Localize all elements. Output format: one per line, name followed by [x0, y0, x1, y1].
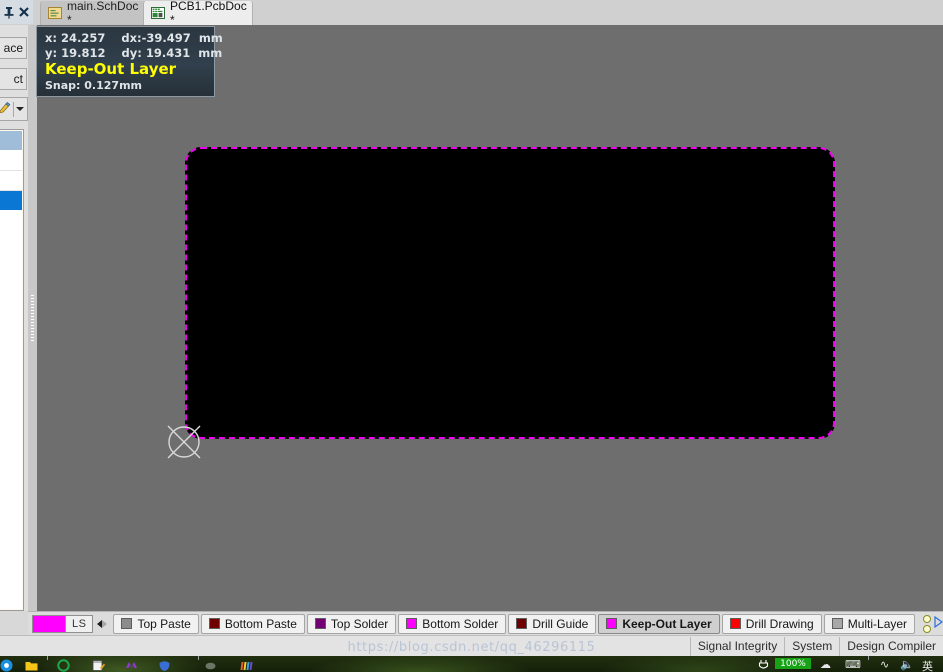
speaker-icon[interactable]: 🔈: [900, 658, 914, 671]
taskbar-divider: [47, 656, 48, 660]
app-gray-icon[interactable]: [204, 659, 217, 672]
app-stripes-icon[interactable]: [240, 659, 253, 672]
layer-color-swatch: [208, 618, 220, 629]
status-design-compiler[interactable]: Design Compiler: [839, 637, 943, 656]
status-bar: Signal Integrity System Design Compiler: [0, 635, 943, 657]
panel-controls: [0, 0, 33, 24]
notepad-icon[interactable]: [92, 659, 105, 672]
brush-tool-button[interactable]: [0, 97, 28, 121]
layer-tab-top-paste[interactable]: Top Paste: [113, 613, 199, 634]
layer-tab-label: Top Paste: [137, 616, 191, 631]
layer-tab-label: Keep-Out Layer: [622, 616, 712, 631]
chrome-icon[interactable]: [0, 659, 13, 672]
layer-tab-bar: LS Top Paste Bottom Paste Top Solder Bot…: [28, 611, 943, 635]
windows-taskbar: 100% ☁ ⌨ ∿ 🔈 英: [0, 656, 943, 672]
pcb-canvas[interactable]: [28, 25, 943, 611]
panel-splitter[interactable]: [28, 25, 37, 611]
layerbar-right-group: Snap: [917, 612, 943, 636]
hud-y-row: y: 19.812 dy: 19.431 mm: [45, 46, 223, 60]
layer-color-swatch: [314, 618, 326, 629]
toolbar-separator: [13, 101, 14, 117]
layer-color-swatch: [729, 618, 741, 629]
altium-pcb-editor-window: main.SchDoc * PCB1.PcbDoc * ace ct x: 24…: [0, 0, 943, 672]
tab-pcb1-pcbdoc[interactable]: PCB1.PcbDoc *: [143, 0, 253, 27]
play-icon[interactable]: [933, 615, 943, 631]
hud-x-row: x: 24.257 dx:-39.497 mm: [45, 31, 223, 45]
taskbar-divider: [198, 656, 199, 660]
workspace-button[interactable]: ace: [0, 37, 27, 59]
folder-icon[interactable]: [25, 659, 38, 672]
layer-tab-label: Drill Guide: [532, 616, 589, 631]
brush-icon: [0, 101, 11, 118]
layer-sets-button[interactable]: LS: [32, 614, 94, 633]
wifi-icon[interactable]: ∿: [880, 658, 889, 671]
tab-label: main.SchDoc *: [67, 0, 139, 27]
taskbar-divider: [868, 656, 869, 660]
layer-tab-keep-out-layer[interactable]: Keep-Out Layer: [598, 613, 720, 634]
active-layer-color-swatch: [33, 615, 66, 632]
layer-tab-top-solder[interactable]: Top Solder: [306, 613, 397, 634]
document-tab-strip: main.SchDoc * PCB1.PcbDoc *: [0, 0, 943, 27]
chevron-right-icon: [102, 619, 108, 628]
battery-percent: 100%: [780, 658, 806, 669]
layer-color-swatch: [606, 618, 618, 629]
hud-active-layer: Keep-Out Layer: [45, 60, 177, 78]
status-signal-integrity[interactable]: Signal Integrity: [689, 637, 784, 656]
component-list-grid[interactable]: [0, 131, 22, 609]
layer-tab-drill-guide[interactable]: Drill Guide: [508, 613, 597, 634]
layer-tab-label: Top Solder: [330, 616, 389, 631]
tab-main-schdoc[interactable]: main.SchDoc *: [40, 0, 148, 27]
pcb-document-icon: [151, 7, 165, 19]
ime-keyboard-icon[interactable]: ⌨: [845, 658, 861, 671]
status-system[interactable]: System: [784, 637, 839, 656]
project-button[interactable]: ct: [0, 68, 27, 90]
layer-color-swatch: [121, 618, 133, 629]
browser-ring-icon[interactable]: [57, 659, 70, 672]
pcb-board-outline[interactable]: [185, 147, 835, 439]
layer-tab-bottom-solder[interactable]: Bottom Solder: [398, 613, 507, 634]
layerbar-icon-group: [917, 614, 943, 633]
schematic-document-icon: [48, 7, 62, 19]
chevron-down-icon[interactable]: [16, 107, 24, 111]
workspace-button-label: ace: [3, 41, 23, 55]
component-list-panel[interactable]: [0, 129, 24, 611]
layer-color-swatch: [831, 618, 843, 629]
layer-tab-label: Multi-Layer: [847, 616, 908, 631]
tab-label: PCB1.PcbDoc *: [170, 0, 247, 27]
list-header-row: [0, 131, 22, 150]
list-item-selected[interactable]: [0, 191, 22, 210]
next-layer-button[interactable]: [102, 614, 108, 634]
layer-tab-label: Bottom Paste: [224, 616, 297, 631]
battery-indicator[interactable]: 100%: [775, 658, 811, 669]
layer-color-swatch: [516, 618, 528, 629]
list-item[interactable]: [0, 151, 22, 171]
layer-tab-label: Bottom Solder: [422, 616, 499, 631]
layer-tab-label: Drill Drawing: [745, 616, 814, 631]
layer-dots-icon[interactable]: [923, 614, 932, 633]
layer-tab-multi-layer[interactable]: Multi-Layer: [823, 613, 916, 634]
list-item[interactable]: [0, 171, 22, 191]
layer-sets-label: LS: [72, 617, 87, 630]
hud-snap-value: Snap: 0.127mm: [45, 79, 142, 92]
ime-chinese-icon[interactable]: 英: [922, 658, 933, 672]
power-plug-icon[interactable]: [757, 659, 770, 672]
splitter-grip[interactable]: [31, 295, 34, 343]
app-purple-icon[interactable]: [125, 659, 138, 672]
cloud-icon[interactable]: ☁: [820, 658, 831, 671]
layer-tab-bottom-paste[interactable]: Bottom Paste: [200, 613, 305, 634]
pin-icon[interactable]: [3, 6, 15, 19]
project-button-label: ct: [13, 72, 23, 86]
layer-tab-drill-drawing[interactable]: Drill Drawing: [721, 613, 822, 634]
app-blue-icon[interactable]: [158, 659, 171, 672]
close-icon[interactable]: [18, 6, 30, 19]
layer-color-swatch: [406, 618, 418, 629]
coordinate-heads-up-display: x: 24.257 dx:-39.497 mm y: 19.812 dy: 19…: [36, 26, 223, 97]
left-dock-panel: ace ct: [0, 25, 28, 611]
